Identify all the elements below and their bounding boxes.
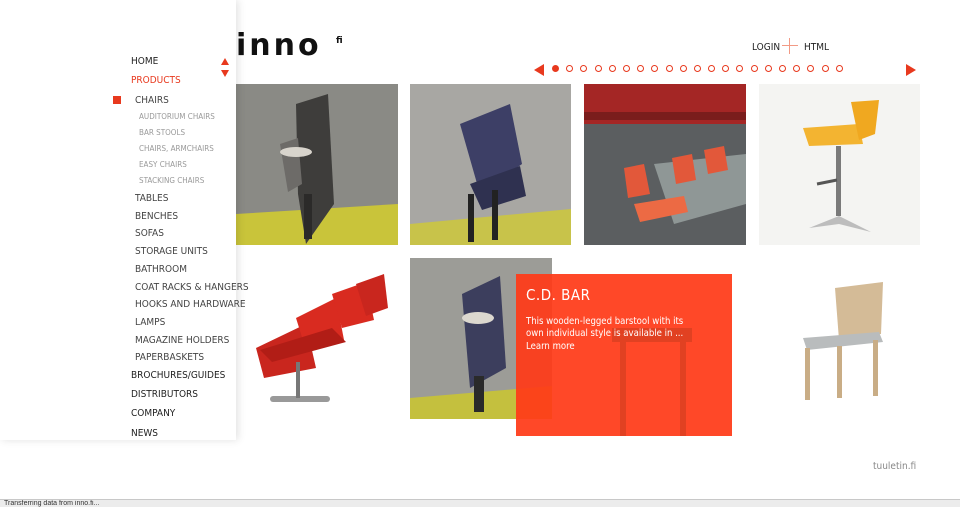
nav-chairs[interactable]: CHAIRS: [135, 95, 169, 106]
plus-separator-icon: [782, 38, 798, 54]
nav-coat-racks[interactable]: COAT RACKS & HANGERS: [135, 282, 249, 293]
product-tile-7[interactable]: [759, 258, 920, 419]
active-bullet-icon: [113, 96, 121, 104]
pager-dots: [552, 65, 843, 75]
pager-dot[interactable]: [679, 65, 687, 72]
scroll-down-arrow-icon[interactable]: [221, 70, 229, 77]
nav-bathroom[interactable]: BATHROOM: [135, 264, 187, 275]
nav-lamps[interactable]: LAMPS: [135, 317, 165, 328]
featured-product-card[interactable]: C.D. BAR This wooden-legged barstool wit…: [516, 274, 732, 436]
product-tile-5[interactable]: [236, 258, 398, 419]
nav-sub-bar-stools[interactable]: BAR STOOLS: [139, 128, 185, 137]
nav-brochures-guides[interactable]: BROCHURES/GUIDES: [131, 370, 225, 381]
nav-products[interactable]: PRODUCTS: [131, 75, 181, 86]
pager-dot[interactable]: [764, 65, 772, 72]
product-tile-4[interactable]: [759, 84, 920, 245]
nav-distributors[interactable]: DISTRIBUTORS: [131, 389, 198, 400]
nav-storage-units[interactable]: STORAGE UNITS: [135, 246, 208, 257]
pager-dot[interactable]: [779, 65, 786, 72]
pager-dot[interactable]: [821, 65, 829, 72]
pager-dot[interactable]: [750, 65, 758, 72]
nav-sub-easy-chairs[interactable]: EASY CHAIRS: [139, 160, 187, 169]
product-tile-1[interactable]: [236, 84, 398, 245]
pager-dot[interactable]: [693, 65, 701, 72]
nav-sub-chairs-armchairs[interactable]: CHAIRS, ARMCHAIRS: [139, 144, 214, 153]
featured-product-title: C.D. BAR: [526, 286, 591, 304]
pager-dot[interactable]: [637, 65, 645, 72]
blue-seat-chair-image: [410, 84, 571, 245]
auditorium-rows-image: [584, 84, 746, 245]
red-bench-seating-image: [236, 258, 398, 419]
nav-sub-stacking-chairs[interactable]: STACKING CHAIRS: [139, 176, 204, 185]
pager-dot[interactable]: [622, 65, 630, 72]
pager-dot[interactable]: [665, 65, 673, 72]
pager-dot[interactable]: [580, 65, 588, 72]
sidebar-nav: HOME PRODUCTS CHAIRS AUDITORIUM CHAIRS B…: [0, 0, 249, 440]
pager-dot[interactable]: [708, 65, 716, 72]
nav-tables[interactable]: TABLES: [135, 193, 168, 204]
pager-dot[interactable]: [722, 65, 730, 72]
auditorium-chair-image: [236, 84, 398, 245]
prev-arrow-icon[interactable]: [534, 64, 544, 76]
product-tile-2[interactable]: [410, 84, 571, 245]
pager-dot[interactable]: [835, 65, 843, 72]
yellow-barstool-image: [759, 84, 920, 245]
nav-sub-auditorium-chairs[interactable]: AUDITORIUM CHAIRS: [139, 112, 215, 121]
brand-logo[interactable]: inno: [236, 28, 322, 63]
scroll-up-arrow-icon[interactable]: [221, 58, 229, 65]
pager-dot[interactable]: [736, 65, 744, 72]
pager-dot[interactable]: [793, 65, 801, 72]
footer-credit-link[interactable]: tuuletin.fi: [873, 461, 916, 472]
featured-product-description: This wooden-legged barstool with its own…: [526, 316, 684, 339]
nav-sofas[interactable]: SOFAS: [135, 228, 164, 239]
html-link[interactable]: HTML: [804, 42, 829, 53]
pager-dot[interactable]: [552, 65, 559, 72]
product-tile-3[interactable]: [584, 84, 746, 245]
browser-status-bar: Transferring data from inno.fi...: [0, 499, 960, 507]
pager-dot[interactable]: [651, 65, 659, 72]
nav-paperbaskets[interactable]: PAPERBASKETS: [135, 352, 204, 363]
next-arrow-icon[interactable]: [906, 64, 916, 76]
pager-dot[interactable]: [594, 65, 602, 72]
login-link[interactable]: LOGIN: [752, 42, 780, 53]
pager-dot[interactable]: [566, 65, 574, 72]
nav-hooks-hardware[interactable]: HOOKS AND HARDWARE: [135, 299, 246, 310]
wooden-chair-image: [759, 258, 920, 419]
pager-dot[interactable]: [608, 65, 616, 72]
learn-more-link[interactable]: Learn more: [526, 341, 575, 352]
nav-news[interactable]: NEWS: [131, 428, 158, 439]
nav-magazine-holders[interactable]: MAGAZINE HOLDERS: [135, 335, 229, 346]
nav-company[interactable]: COMPANY: [131, 408, 175, 419]
brand-logo-suffix: fi: [336, 36, 343, 46]
nav-benches[interactable]: BENCHES: [135, 211, 178, 222]
nav-home[interactable]: HOME: [131, 56, 158, 67]
pager-dot[interactable]: [807, 65, 815, 72]
